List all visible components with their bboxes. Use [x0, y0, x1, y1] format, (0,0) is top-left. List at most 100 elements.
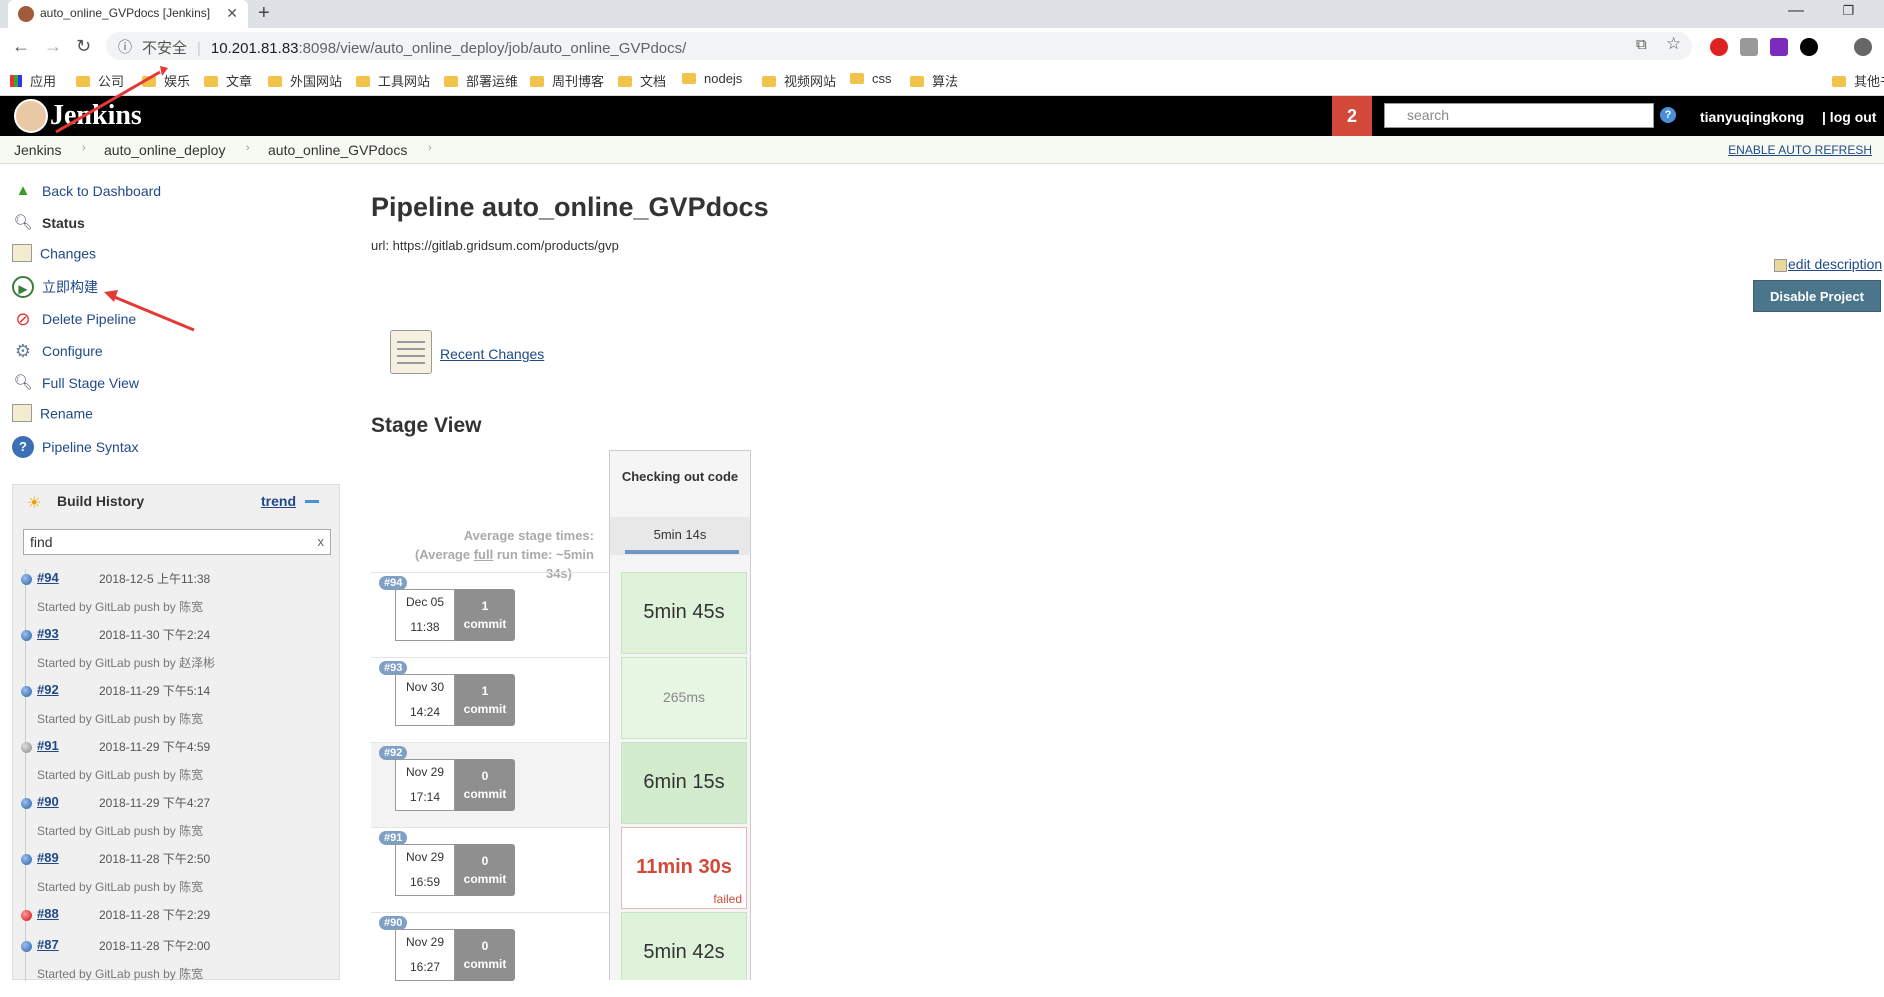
run-badge[interactable]: #94	[379, 576, 408, 590]
bookmark-folder[interactable]: 外国网站	[268, 71, 342, 90]
run-commits[interactable]: 1 commit	[455, 674, 515, 726]
bookmark-star-icon[interactable]: ☆	[1666, 34, 1681, 54]
task-configure[interactable]: ⚙ Configure	[12, 340, 103, 364]
chevron-right-icon[interactable]: ›	[82, 142, 86, 154]
task-pipeline-syntax[interactable]: ? Pipeline Syntax	[12, 436, 139, 460]
bookmark-folder[interactable]: 视频网站	[762, 71, 836, 90]
stage-cell-success[interactable]: 6min 15s	[621, 742, 747, 824]
build-date[interactable]: 2018-11-30 下午2:24	[99, 626, 210, 643]
url-input[interactable]: ⓘ 不安全 | 10.201.81.83:8098/view/auto_online…	[106, 32, 1692, 60]
task-full-stage-view[interactable]: 🔍︎ Full Stage View	[12, 372, 139, 396]
build-date[interactable]: 2018-11-29 下午4:59	[99, 738, 210, 755]
new-tab-icon[interactable]: +	[258, 2, 270, 25]
user-link[interactable]: tianyuqingkong	[1700, 109, 1804, 125]
translate-icon[interactable]: ⧉	[1636, 36, 1647, 53]
build-date[interactable]: 2018-11-29 下午4:27	[99, 794, 210, 811]
status-ball-blue-icon	[21, 630, 32, 641]
annotation-arrowhead-build	[104, 290, 118, 302]
bookmark-folder[interactable]: 文章	[204, 71, 252, 90]
run-commits[interactable]: 0 commit	[455, 844, 515, 896]
chevron-right-icon[interactable]: ›	[246, 142, 250, 154]
bookmark-folder[interactable]: 部署运维	[444, 71, 518, 90]
forward-icon[interactable]: →	[44, 36, 62, 57]
build-date[interactable]: 2018-11-28 下午2:29	[99, 906, 210, 923]
run-badge[interactable]: #91	[379, 831, 408, 845]
profile-icon[interactable]	[1854, 38, 1872, 56]
build-clock-icon: ▶	[12, 276, 34, 298]
run-commits[interactable]: 0 commit	[455, 929, 515, 981]
jenkins-title[interactable]: Jenkins	[50, 100, 142, 132]
stage-cell-success[interactable]: 265ms	[621, 657, 747, 739]
task-build-now[interactable]: ▶ 立即构建	[12, 276, 98, 300]
enable-auto-refresh-link[interactable]: ENABLE AUTO REFRESH	[1728, 143, 1872, 157]
bookmark-folder[interactable]: nodejs	[682, 71, 742, 86]
close-tab-icon[interactable]: ✕	[226, 5, 238, 22]
build-number-link[interactable]: #89	[37, 850, 59, 865]
stage-cell-failed[interactable]: 11min 30s failed	[621, 827, 747, 909]
reload-icon[interactable]: ↻	[76, 36, 91, 57]
build-date[interactable]: 2018-11-28 下午2:00	[99, 937, 210, 954]
breadcrumb-item[interactable]: Jenkins	[14, 142, 61, 158]
build-number-link[interactable]: #92	[37, 682, 59, 697]
adblock-icon[interactable]	[1710, 38, 1728, 56]
stage-header[interactable]: Checking out code	[610, 451, 750, 517]
chevron-right-icon[interactable]: ›	[428, 142, 432, 154]
build-number-link[interactable]: #87	[37, 937, 59, 952]
build-date[interactable]: 2018-11-29 下午5:14	[99, 682, 210, 699]
run-badge[interactable]: #93	[379, 661, 408, 675]
status-ball-grey-icon	[21, 742, 32, 753]
bookmark-folder[interactable]: 周刊博客	[530, 71, 604, 90]
search-input[interactable]: search	[1384, 103, 1654, 128]
recent-changes-link[interactable]: Recent Changes	[440, 346, 544, 362]
build-filter-input[interactable]: find x	[23, 529, 331, 555]
restore-icon[interactable]: ❐	[1842, 3, 1854, 19]
disable-project-button[interactable]: Disable Project	[1753, 280, 1881, 312]
task-back-to-dashboard[interactable]: ▲ Back to Dashboard	[12, 180, 162, 204]
task-changes[interactable]: Changes	[12, 244, 96, 268]
build-number-link[interactable]: #88	[37, 906, 59, 921]
build-number-link[interactable]: #91	[37, 738, 59, 753]
run-commits[interactable]: 0 commit	[455, 759, 515, 811]
logout-link[interactable]: | log out	[1822, 109, 1876, 125]
help-icon[interactable]: ?	[1660, 107, 1676, 123]
info-icon[interactable]: ⓘ	[118, 37, 132, 57]
task-status[interactable]: 🔍︎ Status	[12, 212, 84, 236]
build-date[interactable]: 2018-11-28 下午2:50	[99, 850, 210, 867]
trend-icon[interactable]	[305, 500, 319, 503]
build-number-link[interactable]: #90	[37, 794, 59, 809]
bookmark-folder[interactable]: 娱乐	[142, 71, 190, 90]
rp-extension-icon[interactable]	[1770, 38, 1788, 56]
breadcrumb-item[interactable]: auto_online_deploy	[104, 142, 225, 158]
build-number-link[interactable]: #93	[37, 626, 59, 641]
browser-tab[interactable]: auto_online_GVPdocs [Jenkins] ✕	[8, 0, 248, 28]
bookmark-folder[interactable]: 算法	[910, 71, 958, 90]
back-icon[interactable]: ←	[12, 36, 30, 57]
run-badge[interactable]: #90	[379, 916, 408, 930]
edit-description-link[interactable]: edit description	[1772, 256, 1882, 272]
extension-circle-icon[interactable]	[1800, 38, 1818, 56]
clear-filter-icon[interactable]: x	[318, 534, 325, 549]
vue-devtools-icon[interactable]	[1740, 38, 1758, 56]
trend-link[interactable]: trend	[261, 493, 296, 509]
bookmark-folder[interactable]: 文档	[618, 71, 666, 90]
bookmark-folder[interactable]: 工具网站	[356, 71, 430, 90]
task-rename[interactable]: Rename	[12, 404, 93, 428]
notepad-icon[interactable]	[390, 330, 432, 374]
sun-icon: ☀	[27, 495, 42, 512]
build-date[interactable]: 2018-12-5 上午11:38	[99, 570, 210, 587]
bookmark-folder[interactable]: css	[850, 71, 892, 86]
notification-badge[interactable]: 2	[1332, 96, 1372, 136]
page-title: Pipeline auto_online_GVPdocs	[371, 192, 769, 222]
task-delete-pipeline[interactable]: ⊘ Delete Pipeline	[12, 308, 136, 332]
bookmark-folder[interactable]: 公司	[76, 71, 124, 90]
run-badge[interactable]: #92	[379, 746, 408, 760]
bookmark-apps[interactable]: 应用	[10, 71, 56, 90]
run-commits[interactable]: 1 commit	[455, 589, 515, 641]
breadcrumb-item[interactable]: auto_online_GVPdocs	[268, 142, 407, 158]
bookmark-folder-other[interactable]: 其他书	[1832, 71, 1884, 90]
stage-cell-success[interactable]: 5min 45s	[621, 572, 747, 654]
minimize-icon[interactable]: —	[1788, 2, 1804, 20]
build-number-link[interactable]: #94	[37, 570, 59, 585]
stage-cell-success[interactable]: 5min 42s	[621, 912, 747, 980]
jenkins-logo-icon[interactable]	[14, 99, 48, 133]
